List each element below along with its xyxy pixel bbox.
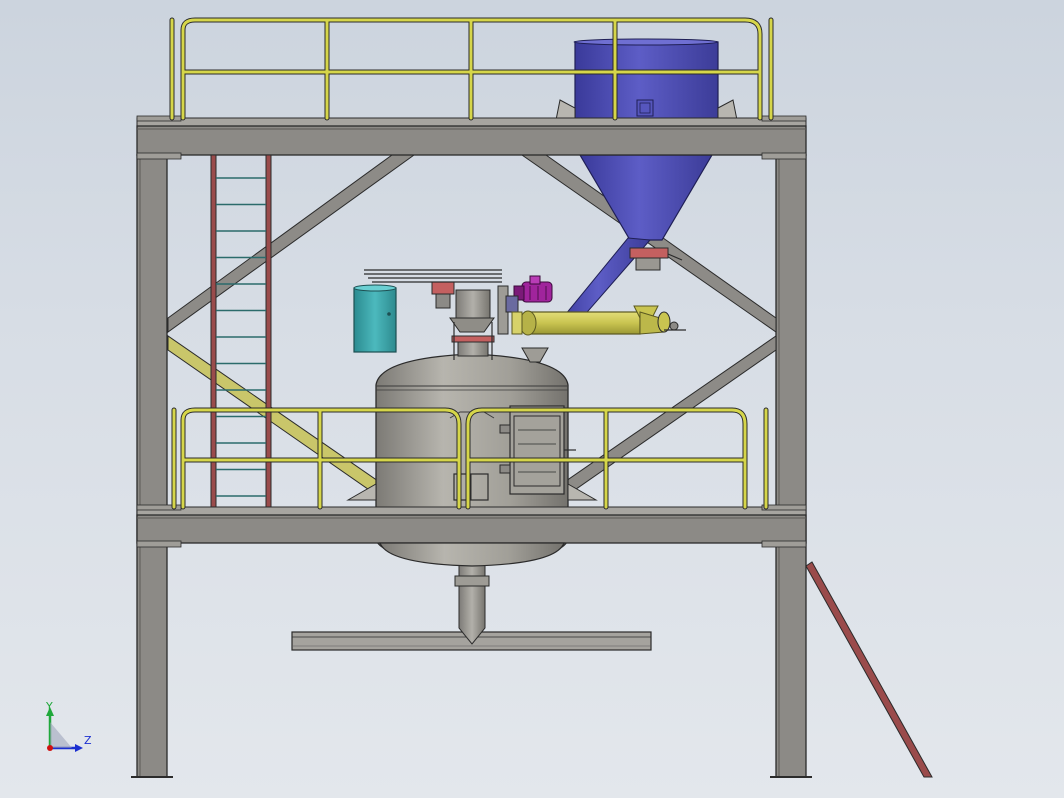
axis-triad bbox=[46, 707, 83, 752]
vessel-bottom-head bbox=[379, 542, 565, 567]
access-ladder bbox=[210, 154, 272, 511]
triad-y-label: Y bbox=[46, 700, 53, 713]
triad-z-label: Z bbox=[84, 734, 92, 747]
middle-deck-beam bbox=[136, 504, 807, 548]
agitator-drive-bars bbox=[364, 269, 502, 283]
model-drawing bbox=[46, 17, 933, 778]
screw-conveyor bbox=[511, 305, 686, 336]
upper-deck-beam bbox=[136, 115, 807, 160]
cad-viewport[interactable]: Y Z bbox=[0, 0, 1064, 798]
inclined-stair bbox=[805, 561, 933, 778]
drive-motor bbox=[505, 275, 553, 313]
liquid-tank bbox=[353, 284, 397, 353]
